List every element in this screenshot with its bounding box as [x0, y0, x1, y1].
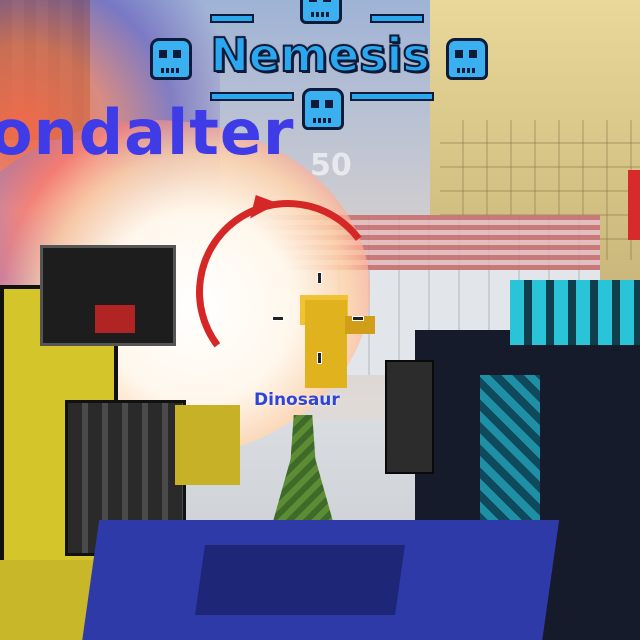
banner-bar-top-left [210, 14, 254, 23]
score-popup: 50 [310, 148, 352, 183]
crosshair-bottom [317, 352, 322, 364]
nemesis-title: Nemesis [209, 27, 430, 83]
right-weapon-crystal [480, 375, 540, 535]
red-pillar [628, 170, 640, 240]
left-weapon-red-panel [95, 305, 135, 333]
banner-bar-top-right [370, 14, 424, 23]
game-viewport[interactable]: Dinosaur ondalter 50 Nemesis [0, 0, 640, 640]
enemy-name-label: Dinosaur [254, 390, 340, 410]
crosshair-left [272, 316, 284, 321]
crosshair-top [317, 272, 322, 284]
left-weapon-grip [175, 405, 240, 485]
banner-bar-bottom-right [350, 92, 434, 101]
right-weapon-muzzle [385, 360, 434, 474]
foreground-block-shadow [195, 545, 405, 615]
skull-icon [302, 88, 344, 130]
crosshair-right [352, 316, 364, 321]
right-weapon-cubes [510, 280, 640, 345]
nemesis-banner: Nemesis [150, 0, 490, 130]
banner-bar-bottom-left [210, 92, 294, 101]
skull-icon [300, 0, 342, 24]
